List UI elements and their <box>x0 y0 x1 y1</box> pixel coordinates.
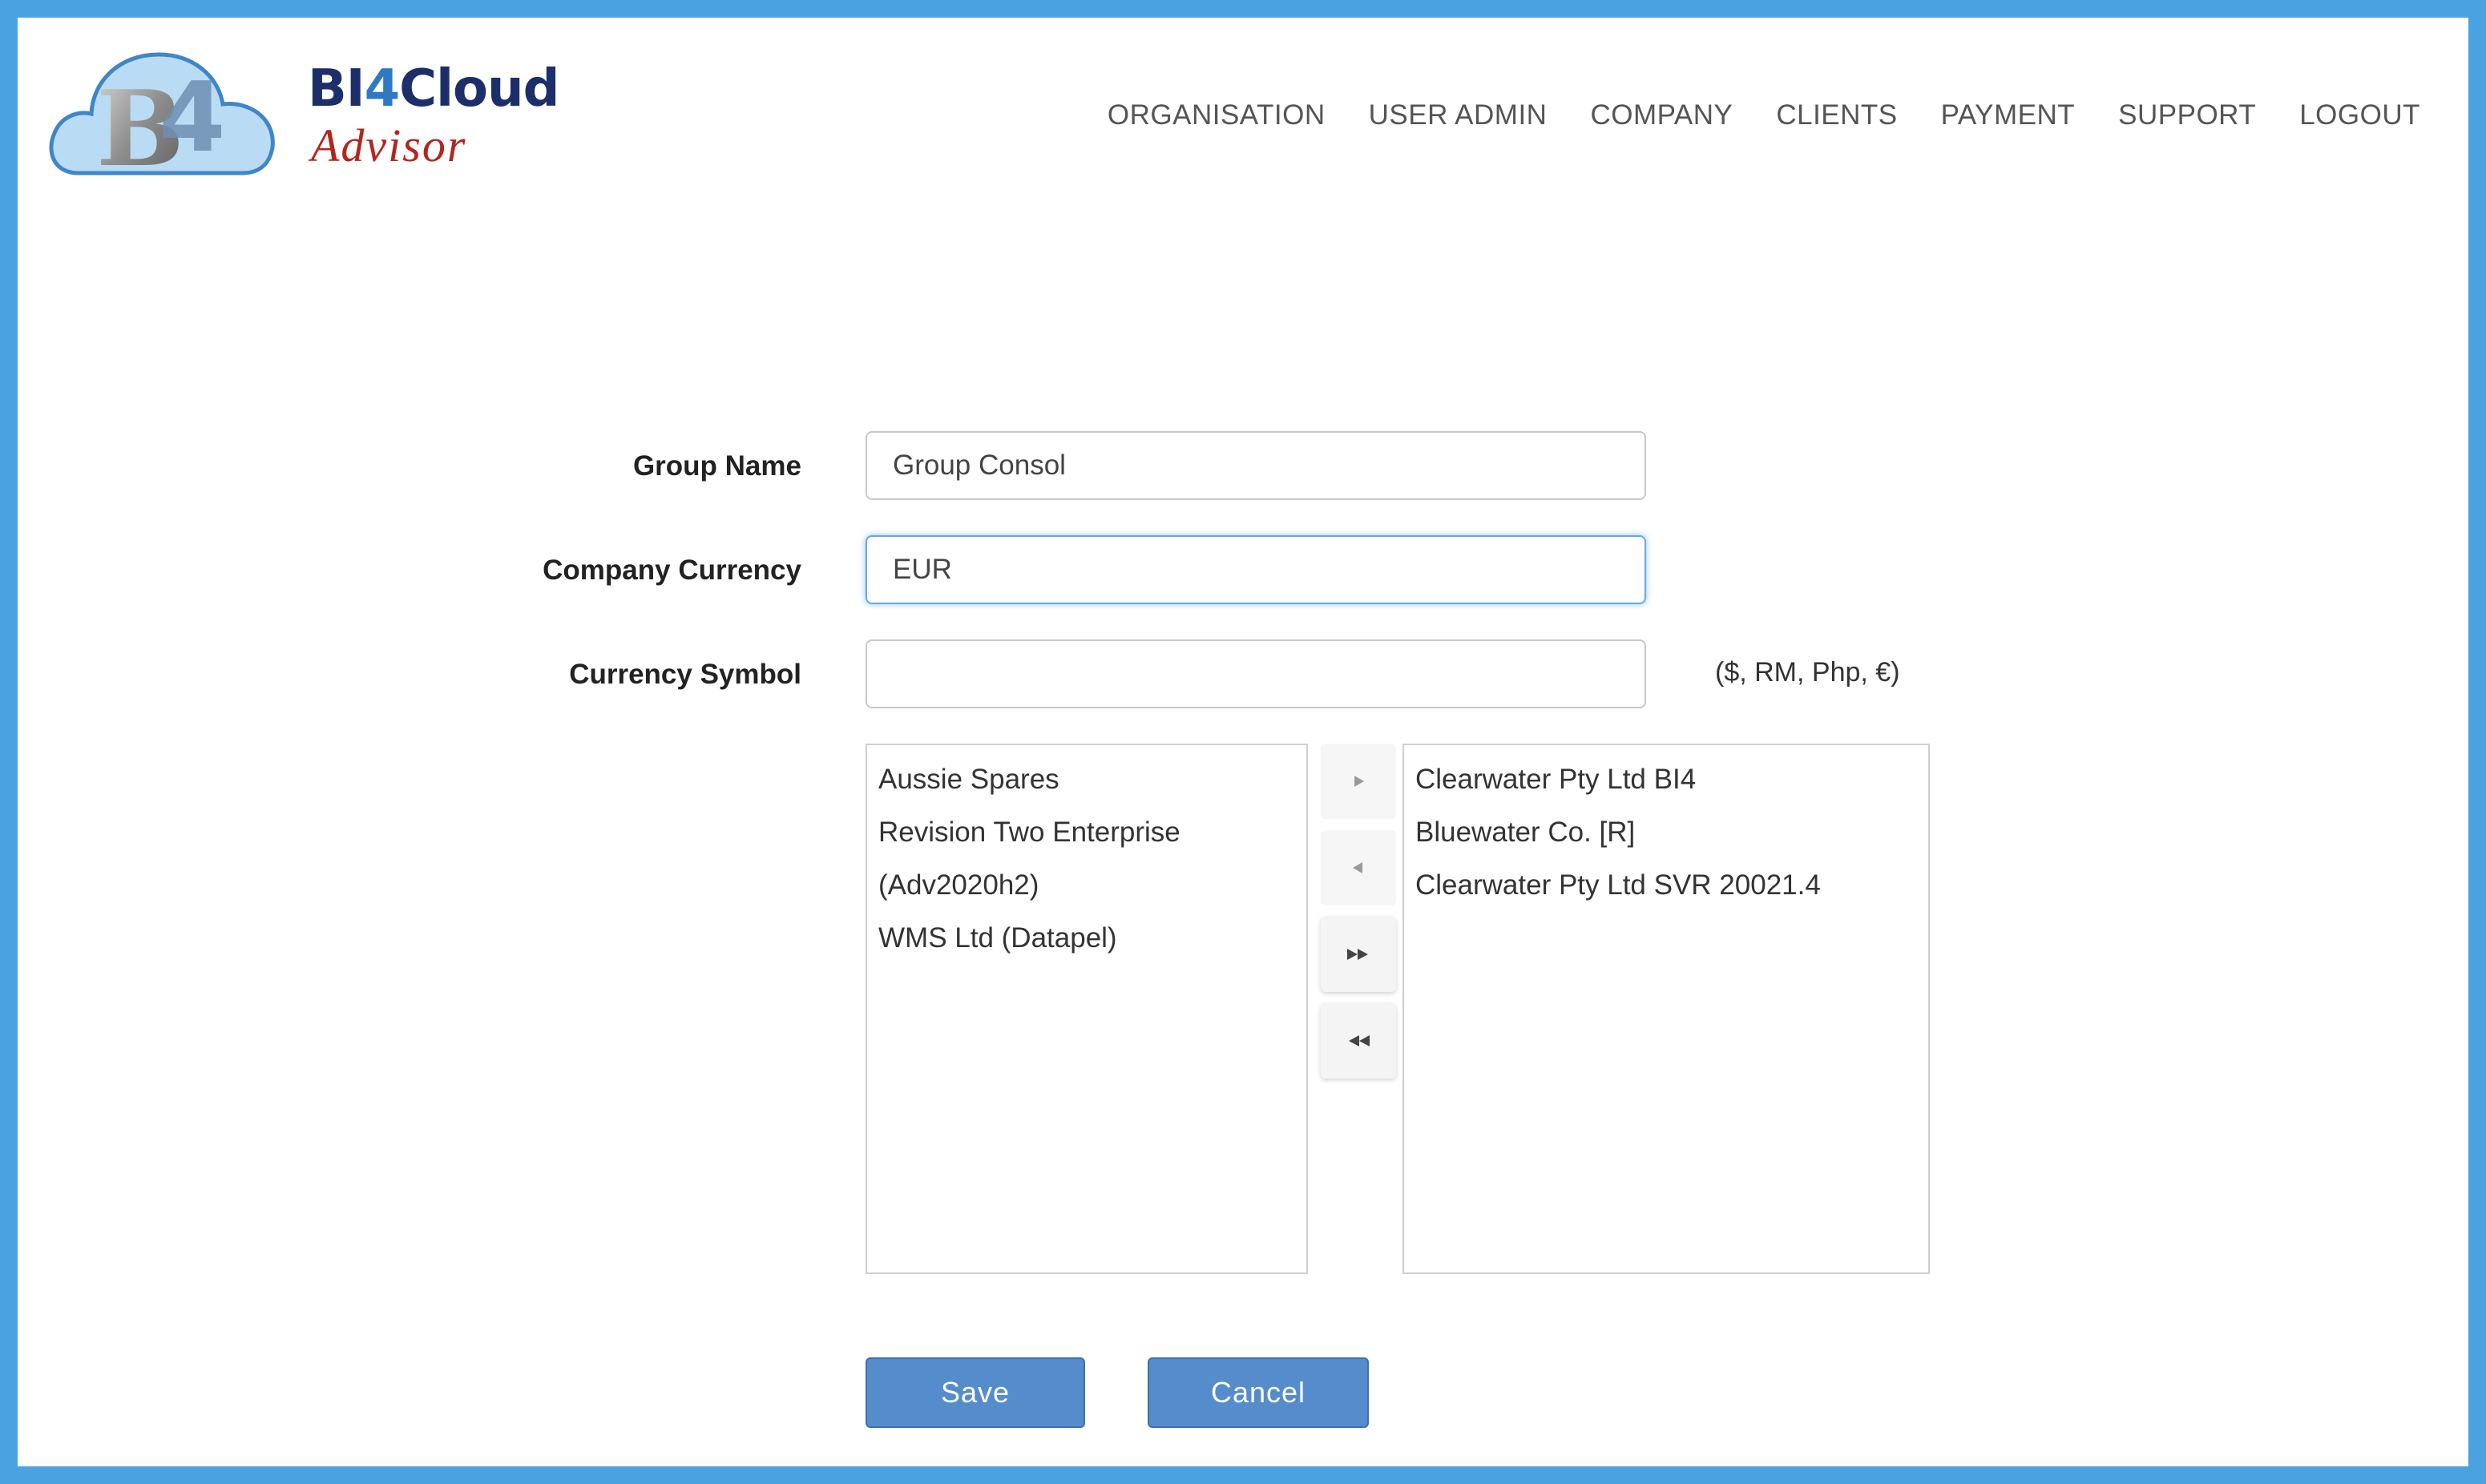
move-all-right-button[interactable] <box>1321 917 1396 992</box>
brand-name-prefix: BI <box>308 59 365 119</box>
list-item[interactable]: WMS Ltd (Datapel) <box>878 912 1295 965</box>
nav-company[interactable]: COMPANY <box>1590 99 1733 131</box>
list-item[interactable]: Revision Two Enterprise (Adv2020h2) <box>878 806 1215 912</box>
group-name-input[interactable] <box>866 431 1646 500</box>
brand-name-four: 4 <box>364 59 401 119</box>
nav-clients[interactable]: CLIENTS <box>1776 99 1897 131</box>
list-item[interactable]: Bluewater Co. [R] <box>1415 806 1917 859</box>
nav-organisation[interactable]: ORGANISATION <box>1108 99 1326 131</box>
triangle-right-icon <box>1354 776 1364 787</box>
list-item[interactable]: Aussie Spares <box>878 753 1295 806</box>
group-name-label: Group Name <box>632 450 801 482</box>
company-currency-label: Company Currency <box>543 554 801 586</box>
available-companies-list[interactable]: Aussie Spares Revision Two Enterprise (A… <box>866 744 1308 1274</box>
company-currency-input[interactable] <box>866 535 1646 604</box>
nav-payment[interactable]: PAYMENT <box>1941 99 2076 131</box>
move-all-left-button[interactable] <box>1321 1003 1396 1079</box>
save-button[interactable]: Save <box>866 1357 1085 1428</box>
triangle-left-icon <box>1353 862 1362 873</box>
move-left-button[interactable] <box>1321 830 1396 905</box>
bi4cloud-logo[interactable]: B 4 <box>46 30 279 190</box>
brand-name: BI4Cloud <box>308 59 559 119</box>
nav-logout[interactable]: LOGOUT <box>2299 99 2420 131</box>
currency-symbol-label: Currency Symbol <box>569 659 801 690</box>
cancel-button[interactable]: Cancel <box>1148 1357 1369 1428</box>
svg-text:4: 4 <box>159 63 226 174</box>
brand-name-suffix: Cloud <box>399 59 559 119</box>
currency-symbol-hint: ($, RM, Php, €) <box>1715 657 1900 688</box>
list-item[interactable]: Clearwater Pty Ltd BI4 <box>1415 753 1917 806</box>
double-triangle-left-icon <box>1349 1035 1370 1046</box>
nav-user-admin[interactable]: USER ADMIN <box>1369 99 1548 131</box>
move-right-button[interactable] <box>1321 744 1396 819</box>
currency-symbol-input[interactable] <box>866 639 1646 708</box>
nav-support[interactable]: SUPPORT <box>2118 99 2256 131</box>
main-nav: ORGANISATION USER ADMIN COMPANY CLIENTS … <box>1108 99 2420 131</box>
list-item[interactable]: Clearwater Pty Ltd SVR 20021.4 <box>1415 859 1917 912</box>
double-triangle-right-icon <box>1347 949 1368 960</box>
brand-subtitle: Advisor <box>311 119 467 171</box>
selected-companies-list[interactable]: Clearwater Pty Ltd BI4 Bluewater Co. [R]… <box>1402 744 1930 1274</box>
app-frame: B 4 BI4Cloud Advisor ORGANISATION USER A… <box>18 18 2468 1466</box>
